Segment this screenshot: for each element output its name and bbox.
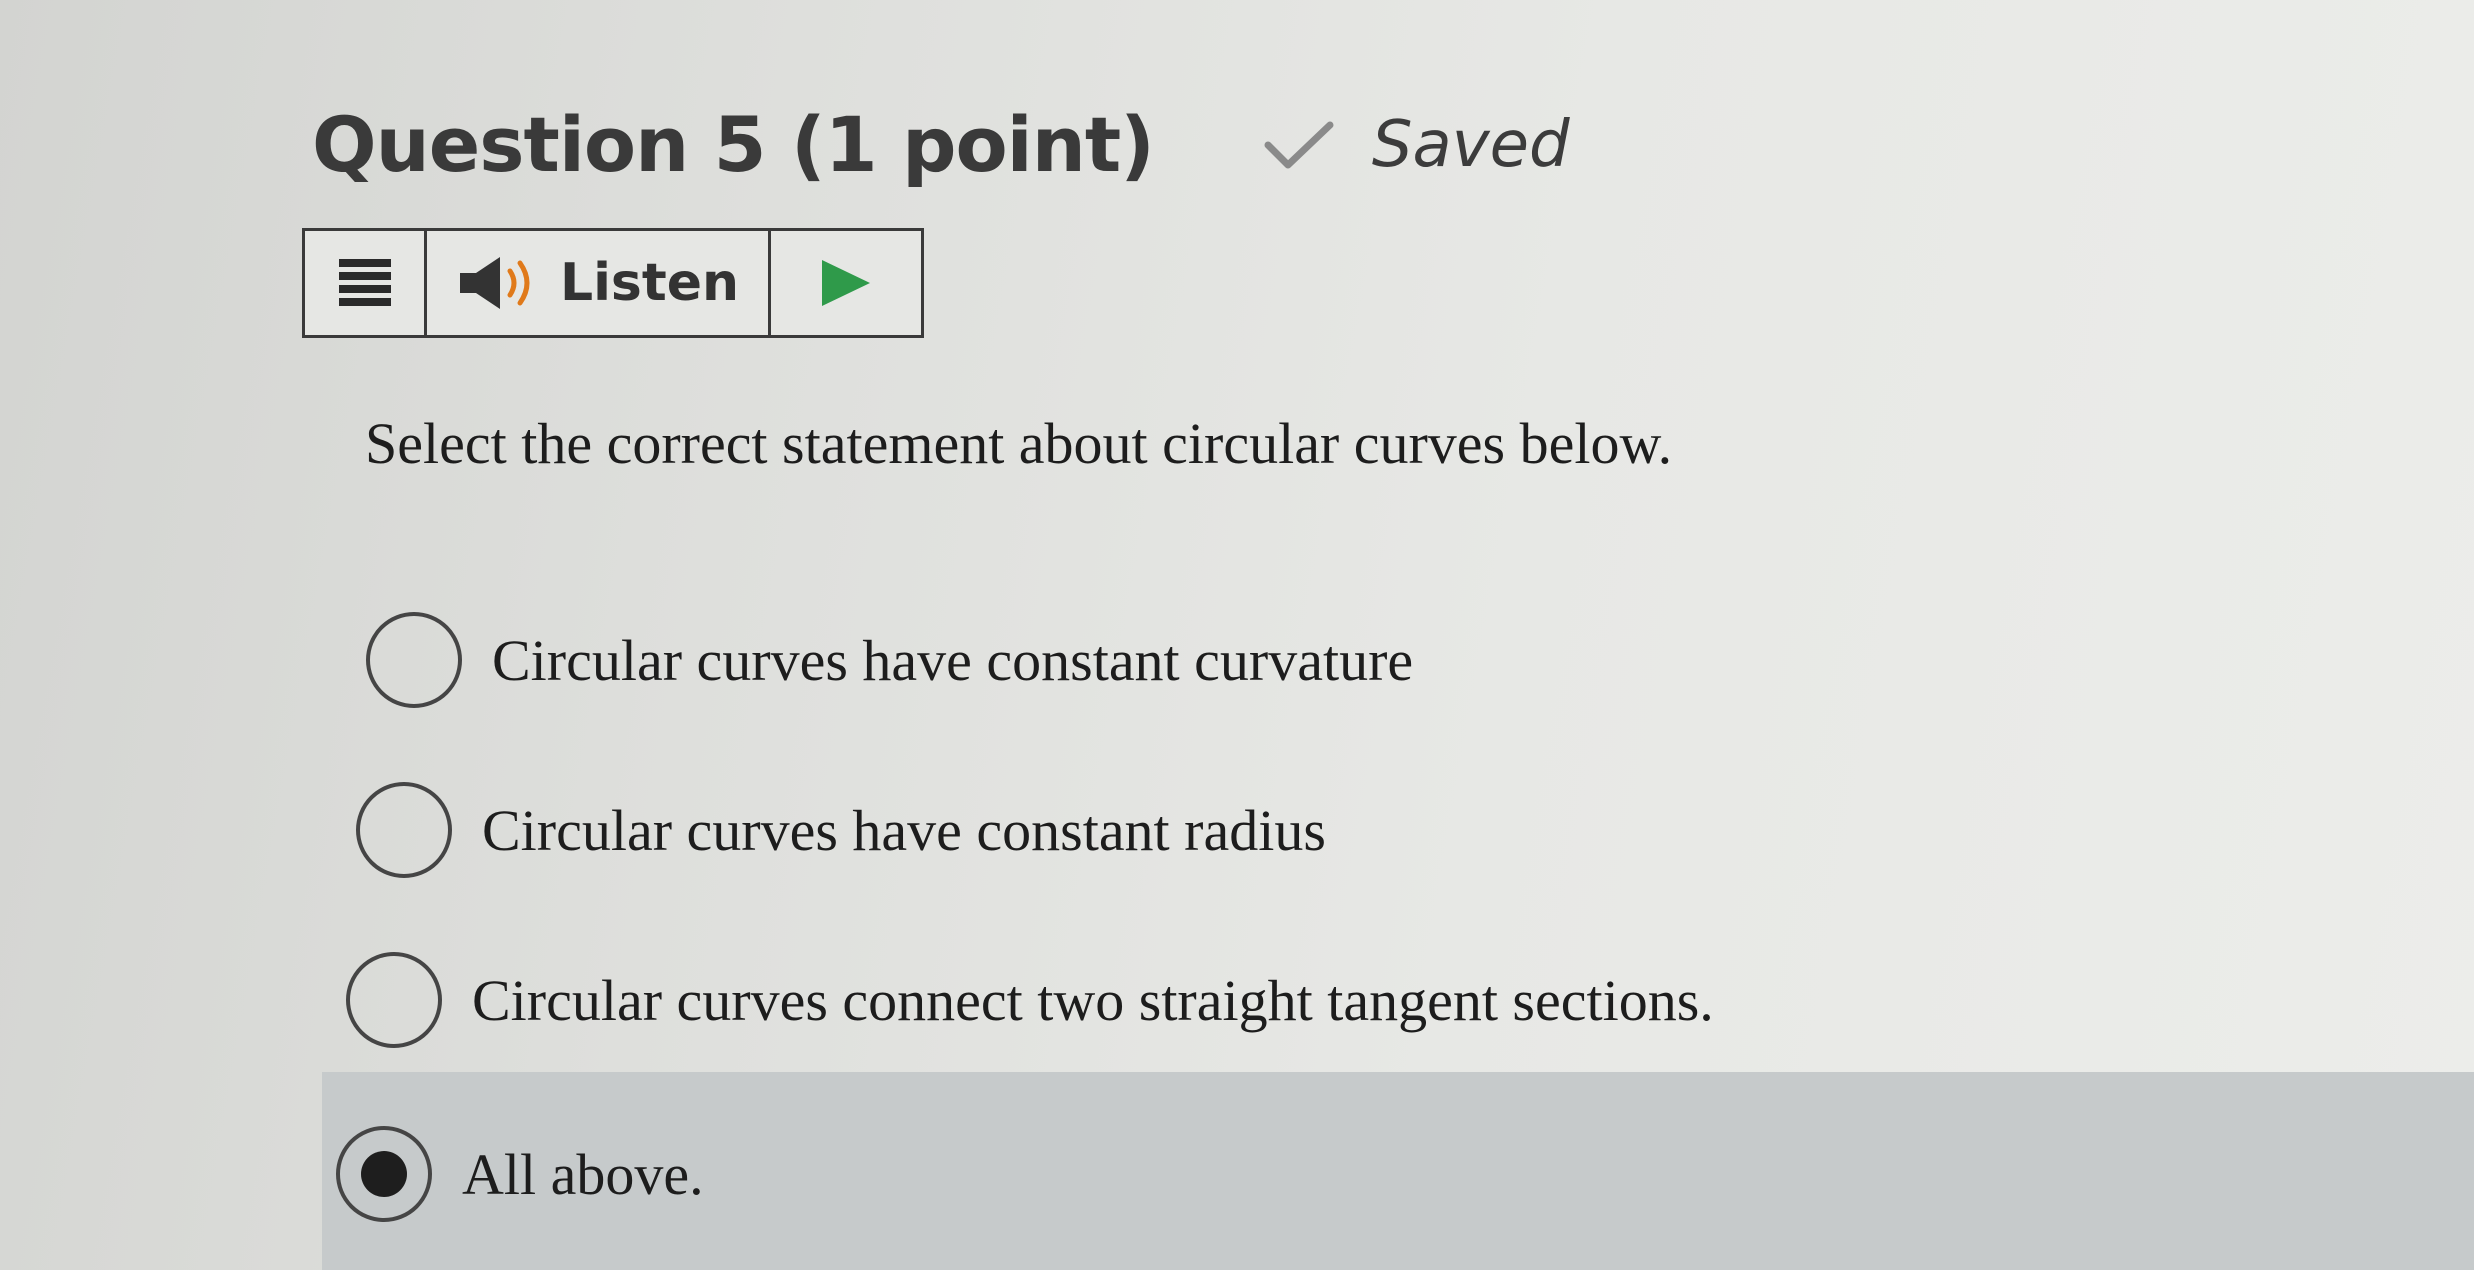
saved-text: Saved xyxy=(1371,107,1570,182)
option-3[interactable]: Circular curves connect two straight tan… xyxy=(346,952,1714,1048)
option-label: Circular curves connect two straight tan… xyxy=(472,967,1714,1033)
question-header: Question 5 (1 point) Saved xyxy=(312,100,1570,189)
option-label: All above. xyxy=(462,1141,704,1207)
radio-button[interactable] xyxy=(366,612,462,708)
radio-button[interactable] xyxy=(356,782,452,878)
menu-icon xyxy=(338,259,391,306)
option-label: Circular curves have constant curvature xyxy=(492,627,1414,693)
speaker-icon xyxy=(459,257,530,309)
play-icon xyxy=(822,260,870,306)
option-label: Circular curves have constant radius xyxy=(482,797,1326,863)
saved-status: Saved xyxy=(1262,108,1570,182)
listen-label: Listen xyxy=(559,253,740,313)
radio-button-selected[interactable] xyxy=(336,1126,432,1222)
checkmark-icon xyxy=(1264,121,1334,168)
option-4[interactable]: All above. xyxy=(336,1126,704,1222)
option-2[interactable]: Circular curves have constant radius xyxy=(356,782,1326,878)
radio-button[interactable] xyxy=(346,952,442,1048)
listen-button[interactable]: Listen xyxy=(427,231,771,335)
question-title: Question 5 (1 point) xyxy=(312,100,1155,189)
listen-toolbar: Listen xyxy=(302,228,924,338)
question-prompt: Select the correct statement about circu… xyxy=(365,411,1673,476)
radio-selected-dot xyxy=(361,1151,407,1197)
option-1[interactable]: Circular curves have constant curvature xyxy=(366,612,1413,708)
play-button[interactable] xyxy=(771,231,921,335)
menu-button[interactable] xyxy=(305,231,427,335)
